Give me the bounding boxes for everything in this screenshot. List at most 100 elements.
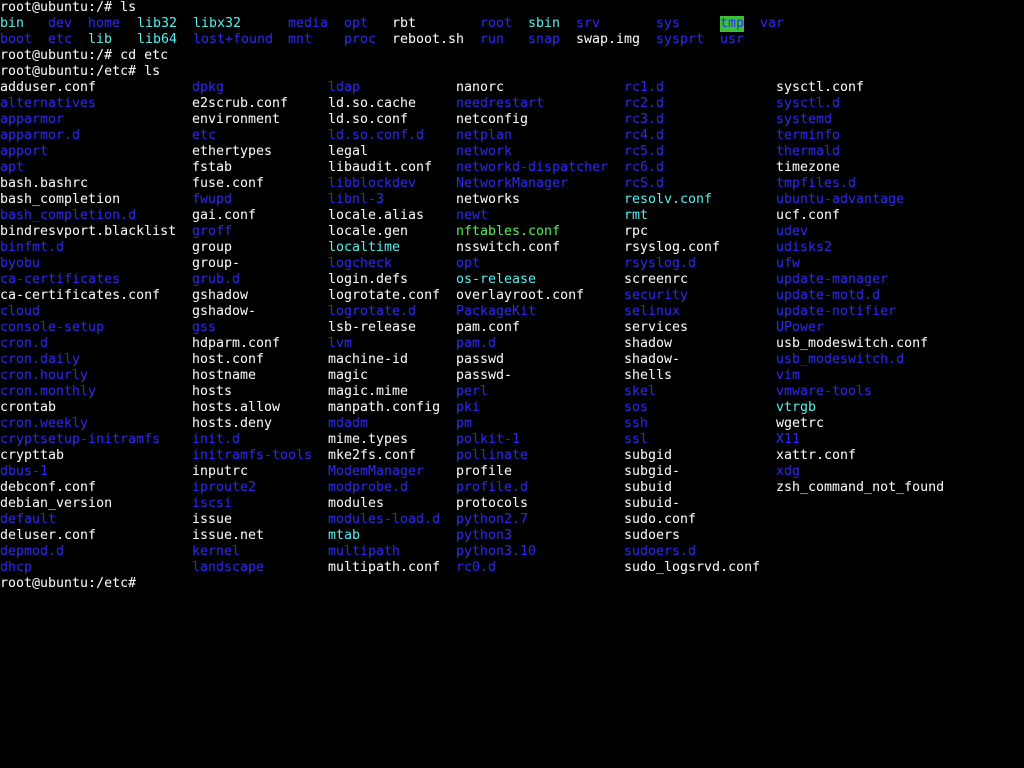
text-cursor bbox=[136, 576, 145, 590]
etc-ls-entry: environment bbox=[192, 112, 281, 127]
etc-ls-entry: X11 bbox=[776, 432, 801, 447]
etc-ls-entry: pollinate bbox=[456, 448, 529, 463]
etc-ls-entry: crontab bbox=[0, 400, 57, 415]
etc-ls-entry: bash_completion.d bbox=[0, 208, 137, 223]
etc-ls-entry: ModemManager bbox=[328, 464, 425, 479]
etc-ls-entry: lsb-release bbox=[328, 320, 417, 335]
etc-ls-entry: ucf.conf bbox=[776, 208, 841, 223]
root-ls-entry: reboot.sh bbox=[392, 32, 465, 47]
etc-ls-entry: mtab bbox=[328, 528, 361, 543]
etc-ls-entry: group bbox=[192, 240, 233, 255]
etc-ls-entry: sudo.conf bbox=[624, 512, 697, 527]
etc-ls-entry: shells bbox=[624, 368, 673, 383]
etc-ls-entry: lvm bbox=[328, 336, 353, 351]
etc-ls-entry: hosts bbox=[192, 384, 233, 399]
etc-ls-entry: subgid bbox=[624, 448, 673, 463]
etc-ls-entry: vmware-tools bbox=[776, 384, 873, 399]
etc-ls-entry: e2scrub.conf bbox=[192, 96, 289, 111]
etc-ls-entry: ld.so.conf bbox=[328, 112, 409, 127]
etc-ls-entry: rc0.d bbox=[456, 560, 497, 575]
etc-ls-entry: apport bbox=[0, 144, 49, 159]
etc-ls-entry: ld.so.conf.d bbox=[328, 128, 425, 143]
etc-ls-entry: selinux bbox=[624, 304, 681, 319]
etc-ls-entry: group- bbox=[192, 256, 241, 271]
etc-ls-entry: nsswitch.conf bbox=[456, 240, 561, 255]
root-ls-entry: lost+found bbox=[193, 32, 274, 47]
etc-ls-entry: hostname bbox=[192, 368, 257, 383]
etc-ls-entry: login.defs bbox=[328, 272, 409, 287]
etc-ls-entry: apparmor bbox=[0, 112, 65, 127]
etc-ls-entry: debian_version bbox=[0, 496, 113, 511]
etc-ls-entry: thermald bbox=[776, 144, 841, 159]
etc-ls-entry: multipath bbox=[328, 544, 401, 559]
etc-ls-entry: cloud bbox=[0, 304, 41, 319]
root-ls-entry: srv bbox=[576, 16, 601, 31]
etc-ls-entry: udev bbox=[776, 224, 809, 239]
etc-ls-entry: mke2fs.conf bbox=[328, 448, 417, 463]
etc-ls-entry: hosts.deny bbox=[192, 416, 273, 431]
etc-ls-entry: overlayroot.conf bbox=[456, 288, 585, 303]
etc-ls-entry: etc bbox=[192, 128, 217, 143]
root-ls-entry: lib bbox=[88, 32, 113, 47]
etc-ls-entry: update-manager bbox=[776, 272, 889, 287]
etc-ls-entry: locale.alias bbox=[328, 208, 425, 223]
etc-ls-entry: vim bbox=[776, 368, 801, 383]
etc-ls-entry: apparmor.d bbox=[0, 128, 81, 143]
etc-ls-entry: initramfs-tools bbox=[192, 448, 313, 463]
etc-ls-entry: pam.conf bbox=[456, 320, 521, 335]
etc-ls-entry: init.d bbox=[192, 432, 241, 447]
etc-ls-entry: ufw bbox=[776, 256, 801, 271]
root-ls-entry: root bbox=[480, 16, 513, 31]
etc-ls-entry: udisks2 bbox=[776, 240, 833, 255]
etc-ls-entry: magic bbox=[328, 368, 369, 383]
root-ls-entry: opt bbox=[344, 16, 369, 31]
etc-ls-entry: grub.d bbox=[192, 272, 241, 287]
etc-ls-entry: manpath.config bbox=[328, 400, 441, 415]
etc-ls-entry: rpc bbox=[624, 224, 649, 239]
etc-ls-entry: mdadm bbox=[328, 416, 369, 431]
etc-ls-entry: zsh_command_not_found bbox=[776, 480, 945, 495]
etc-ls-entry: byobu bbox=[0, 256, 41, 271]
etc-ls-entry: cryptsetup-initramfs bbox=[0, 432, 161, 447]
root-ls-entry: sbin bbox=[528, 16, 561, 31]
etc-ls-entry: services bbox=[624, 320, 689, 335]
etc-ls-entry: ubuntu-advantage bbox=[776, 192, 905, 207]
etc-ls-entry: rc2.d bbox=[624, 96, 665, 111]
etc-ls-entry: sudoers bbox=[624, 528, 681, 543]
etc-ls-entry: sos bbox=[624, 400, 649, 415]
etc-ls-entry: netconfig bbox=[456, 112, 529, 127]
root-ls-entry: rbt bbox=[392, 16, 417, 31]
etc-ls-entry: hosts.allow bbox=[192, 400, 281, 415]
etc-ls-entry: sysctl.d bbox=[776, 96, 841, 111]
etc-ls-entry: debconf.conf bbox=[0, 480, 97, 495]
root-ls-entry: run bbox=[480, 32, 505, 47]
etc-ls-entry: xdg bbox=[776, 464, 801, 479]
etc-ls-entry: passwd- bbox=[456, 368, 513, 383]
etc-ls-entry: passwd bbox=[456, 352, 505, 367]
etc-ls-entry: logrotate.conf bbox=[328, 288, 441, 303]
etc-ls-entry: cron.hourly bbox=[0, 368, 89, 383]
etc-ls-entry: fwupd bbox=[192, 192, 233, 207]
etc-ls-entry: nftables.conf bbox=[456, 224, 561, 239]
etc-ls-entry: legal bbox=[328, 144, 369, 159]
etc-ls-entry: subuid bbox=[624, 480, 673, 495]
etc-ls-entry: sysctl.conf bbox=[776, 80, 865, 95]
root-ls-entry: libx32 bbox=[193, 16, 242, 31]
etc-ls-entry: ld.so.cache bbox=[328, 96, 417, 111]
etc-ls-entry: multipath.conf bbox=[328, 560, 441, 575]
root-ls-entry: lib32 bbox=[137, 16, 178, 31]
etc-ls-entry: rc1.d bbox=[624, 80, 665, 95]
etc-ls-entry: os-release bbox=[456, 272, 537, 287]
etc-ls-entry: landscape bbox=[192, 560, 265, 575]
etc-ls-entry: adduser.conf bbox=[0, 80, 97, 95]
prompt-line-4[interactable]: root@ubuntu:/etc# bbox=[0, 576, 145, 592]
etc-ls-entry: rc5.d bbox=[624, 144, 665, 159]
etc-ls-entry: ssl bbox=[624, 432, 649, 447]
prompt-line-1: root@ubuntu:/# ls bbox=[0, 0, 137, 15]
etc-ls-entry: update-notifier bbox=[776, 304, 897, 319]
etc-ls-entry: networks bbox=[456, 192, 521, 207]
terminal-screen[interactable]: root@ubuntu:/# ls bin dev home lib32 libx32 m… bbox=[0, 0, 1024, 768]
etc-ls-entry: gss bbox=[192, 320, 217, 335]
etc-ls-entry: newt bbox=[456, 208, 489, 223]
root-ls-entry: snap bbox=[528, 32, 561, 47]
